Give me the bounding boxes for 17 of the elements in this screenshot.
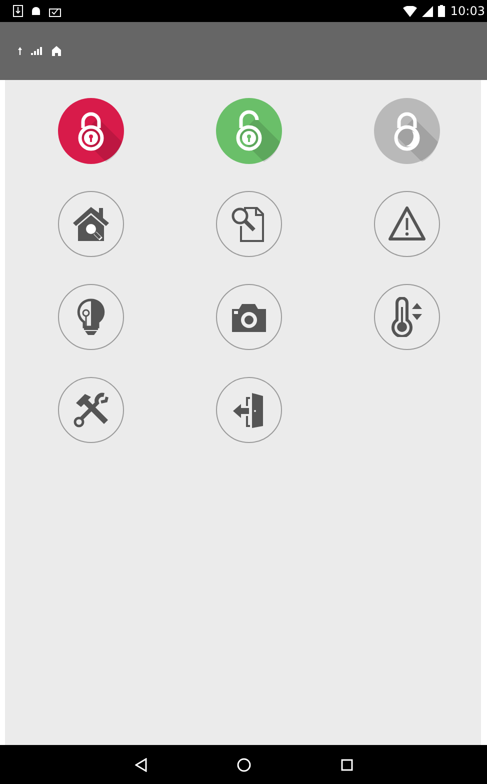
download-icon <box>13 5 23 17</box>
lock-icon[interactable] <box>374 98 440 164</box>
signal-bars-icon <box>31 47 43 55</box>
tools-icon <box>71 390 111 430</box>
open-lock-icon[interactable] <box>216 98 282 164</box>
home-icon[interactable] <box>236 758 250 772</box>
back-icon[interactable] <box>134 758 146 772</box>
arrow-up-icon <box>18 47 22 55</box>
wifi-icon <box>403 6 418 16</box>
signal-icon <box>422 6 434 16</box>
house-icon <box>52 46 61 56</box>
house-search-icon <box>71 204 111 244</box>
recents-icon[interactable] <box>340 758 352 770</box>
clock-time: 10:03 <box>450 4 485 18</box>
clipboard-icon <box>49 6 61 16</box>
battery-icon <box>438 5 446 17</box>
closed-lock-icon[interactable] <box>58 98 124 164</box>
